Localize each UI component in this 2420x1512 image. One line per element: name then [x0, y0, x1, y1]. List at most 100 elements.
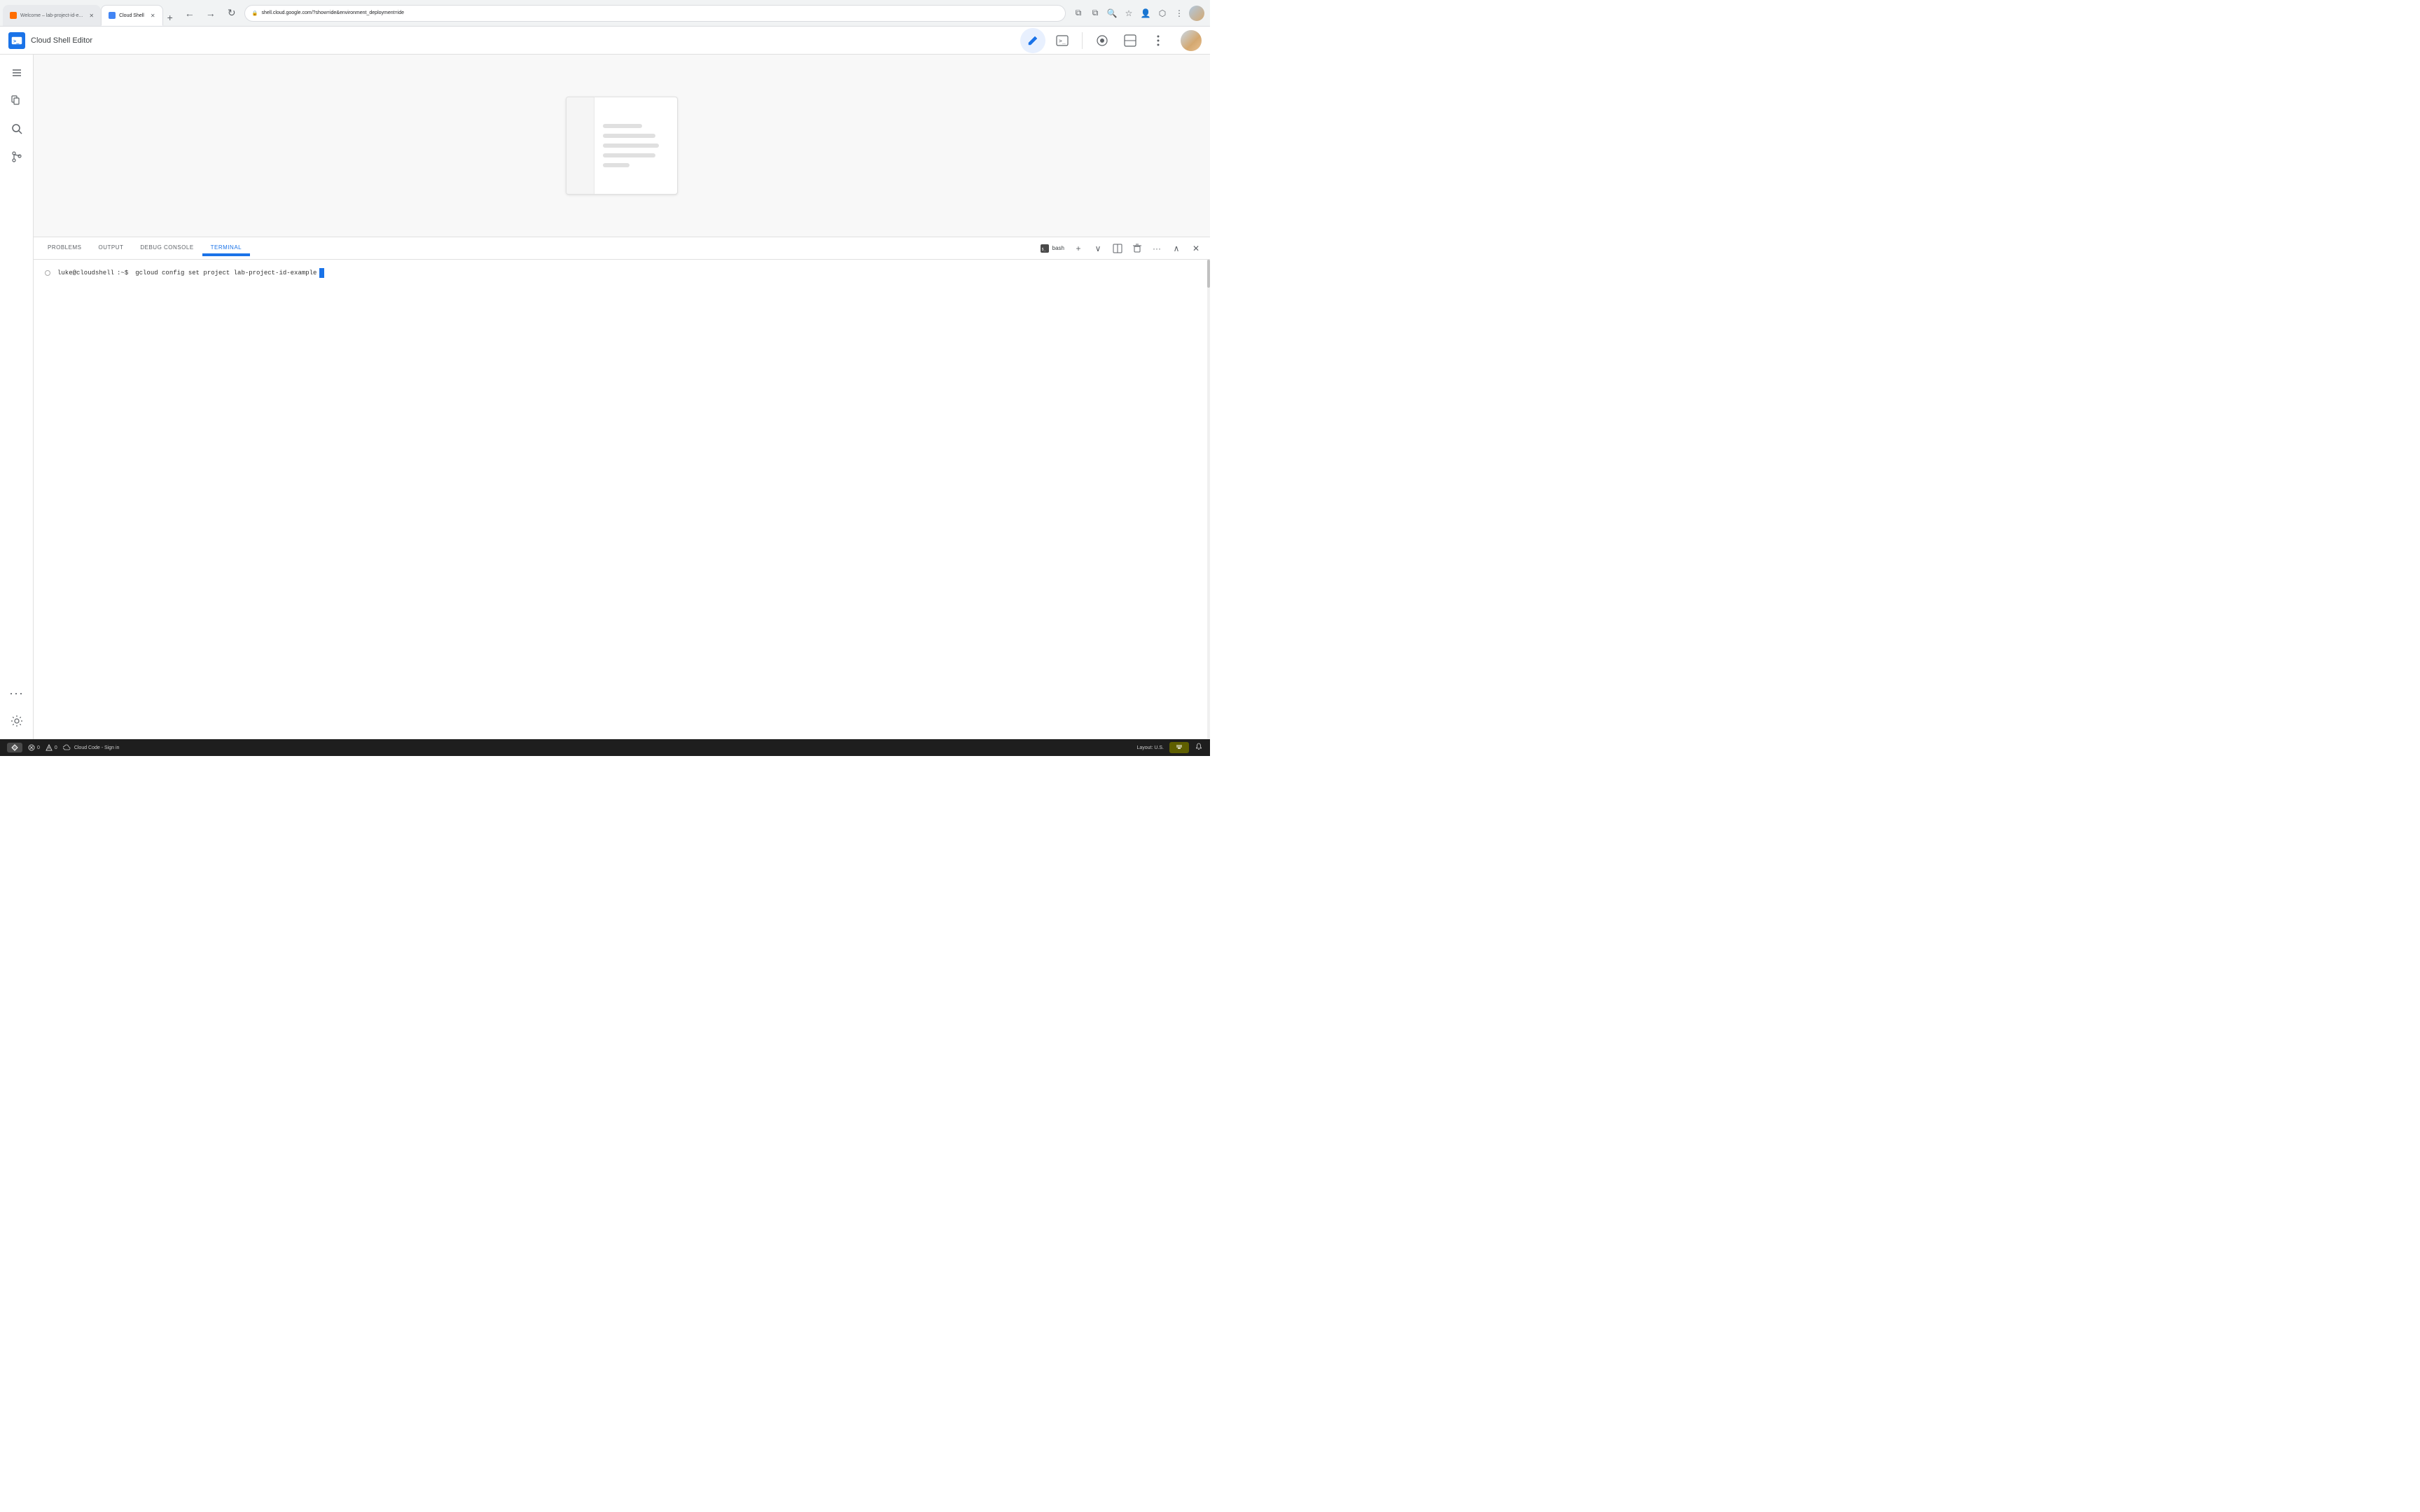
layout-button[interactable] [1119, 29, 1141, 52]
more-options-button[interactable] [1147, 29, 1169, 52]
terminal-scrollbar-track[interactable] [1207, 260, 1210, 739]
sidebar-item-git[interactable] [4, 144, 29, 169]
terminal-scrollbar-thumb[interactable] [1207, 260, 1210, 288]
edit-button[interactable] [1020, 28, 1045, 53]
app-logo: >_ Cloud Shell Editor [8, 32, 92, 49]
sidebar-item-settings[interactable] [4, 708, 29, 734]
terminal-prompt-user: luke@cloudshell [57, 268, 114, 278]
cloud-shell-logo-svg: >_ [11, 35, 22, 46]
header-actions: >_ [1020, 28, 1202, 53]
panel-tabs: PROBLEMS OUTPUT DEBUG CONSOLE TERMINAL $… [34, 237, 1210, 260]
extensions-icon[interactable]: ⬡ [1155, 6, 1169, 20]
preview-button[interactable] [1091, 29, 1113, 52]
sidebar-bottom [4, 708, 29, 739]
error-count: 0 [37, 746, 40, 750]
tab-label-welcome: Welcome – lab-project-id-e... [20, 13, 83, 18]
tab-search-icon[interactable]: ⧉ [1071, 6, 1085, 20]
panel-collapse-button[interactable]: ∧ [1168, 240, 1185, 257]
editor-area [34, 55, 1210, 237]
main-layout: ··· [0, 55, 1210, 739]
trash-icon [1132, 244, 1142, 253]
layout-icon [1124, 34, 1136, 47]
extension-icon[interactable]: ⧉ [1088, 6, 1102, 20]
keyboard-layout-button[interactable] [1169, 742, 1189, 753]
terminal-dropdown-button[interactable]: ∨ [1090, 240, 1106, 257]
remote-connection-button[interactable] [7, 743, 22, 752]
terminal-cursor [319, 268, 324, 278]
preview-icon [1096, 34, 1108, 47]
errors-indicator[interactable]: 0 [28, 744, 40, 751]
sidebar-item-files[interactable] [4, 88, 29, 113]
editor-line-1 [603, 124, 642, 128]
cloud-code-signin[interactable]: Cloud Code - Sign in [63, 744, 120, 751]
browser-chrome: Welcome – lab-project-id-e... ✕ Cloud Sh… [0, 0, 1210, 27]
svg-text:$_: $_ [1041, 247, 1046, 251]
warning-count: 0 [55, 746, 57, 750]
app-title: Cloud Shell Editor [31, 36, 92, 45]
tab-bar: Welcome – lab-project-id-e... ✕ Cloud Sh… [0, 0, 176, 26]
back-button[interactable]: ← [181, 5, 198, 22]
status-left: 0 0 Cloud Code - Sign in [7, 743, 119, 752]
hamburger-menu-icon [11, 67, 22, 78]
app-header: >_ Cloud Shell Editor >_ [0, 27, 1210, 55]
forward-button[interactable]: → [202, 5, 219, 22]
user-avatar[interactable] [1181, 30, 1202, 51]
tab-terminal[interactable]: TERMINAL [202, 240, 250, 256]
layout-indicator[interactable]: Layout: U.S. [1136, 746, 1164, 750]
cloud-code-icon [63, 744, 71, 751]
open-terminal-button[interactable]: >_ [1051, 29, 1073, 52]
split-terminal-button[interactable] [1109, 240, 1126, 257]
sidebar-item-more[interactable]: ··· [4, 680, 29, 706]
editor-line-2 [603, 134, 655, 138]
more-panel-actions-button[interactable]: ··· [1148, 240, 1165, 257]
tab-welcome[interactable]: Welcome – lab-project-id-e... ✕ [3, 5, 101, 26]
more-icon [1157, 34, 1160, 47]
tab-problems[interactable]: PROBLEMS [39, 240, 90, 256]
git-icon [11, 150, 23, 163]
tab-favicon-cloudshell [109, 12, 116, 19]
editor-line-3 [603, 144, 659, 148]
header-divider [1082, 32, 1083, 49]
tab-close-cloudshell[interactable]: ✕ [151, 13, 155, 19]
editor-placeholder [566, 97, 678, 195]
address-text: shell.cloud.google.com/?show=ide&environ… [261, 10, 404, 15]
browser-right-icons: ⧉ ⧉ 🔍 ☆ 👤 ⬡ ⋮ [1071, 6, 1210, 21]
tab-close-welcome[interactable]: ✕ [89, 13, 94, 19]
profile-icon[interactable]: 👤 [1139, 6, 1153, 20]
keyboard-icon [1175, 743, 1183, 750]
editor-gutter [566, 97, 594, 194]
tab-cloudshell[interactable]: Cloud Shell ✕ [101, 5, 163, 26]
warning-icon [46, 744, 53, 751]
zoom-icon[interactable]: 🔍 [1105, 6, 1119, 20]
bash-label: bash [1052, 245, 1064, 251]
more-menu-icon[interactable]: ⋮ [1172, 6, 1186, 20]
panel-actions: + ∨ ··· [1070, 240, 1204, 257]
sidebar-item-search[interactable] [4, 116, 29, 141]
profile-avatar[interactable] [1189, 6, 1204, 21]
tab-output[interactable]: OUTPUT [90, 240, 132, 256]
reload-button[interactable]: ↻ [223, 5, 240, 22]
search-icon [11, 122, 23, 135]
sidebar-item-menu[interactable] [4, 60, 29, 85]
bell-icon [1195, 743, 1203, 751]
tab-favicon-welcome [10, 12, 17, 19]
new-tab-button[interactable]: + [165, 9, 176, 26]
new-terminal-button[interactable]: + [1070, 240, 1087, 257]
tab-debug-console[interactable]: DEBUG CONSOLE [132, 240, 202, 256]
kill-terminal-button[interactable] [1129, 240, 1146, 257]
warnings-indicator[interactable]: 0 [46, 744, 57, 751]
bookmark-icon[interactable]: ☆ [1122, 6, 1136, 20]
cloud-code-label: Cloud Code - Sign in [74, 746, 120, 750]
editor-line-4 [603, 153, 655, 158]
svg-text:>_: >_ [1059, 38, 1066, 44]
editor-lines [594, 97, 677, 194]
error-icon [28, 744, 35, 751]
address-bar[interactable]: 🔒 shell.cloud.google.com/?show=ide&envir… [244, 5, 1066, 22]
panel: PROBLEMS OUTPUT DEBUG CONSOLE TERMINAL $… [34, 237, 1210, 739]
editor-line-5 [603, 163, 630, 167]
logo-icon: >_ [8, 32, 25, 49]
terminal-content[interactable]: luke@cloudshell :~$ gcloud config set pr… [34, 260, 1210, 739]
status-bar: 0 0 Cloud Code - Sign in Layout: U.S. [0, 739, 1210, 756]
notifications-button[interactable] [1195, 743, 1203, 752]
panel-close-button[interactable]: ✕ [1188, 240, 1204, 257]
